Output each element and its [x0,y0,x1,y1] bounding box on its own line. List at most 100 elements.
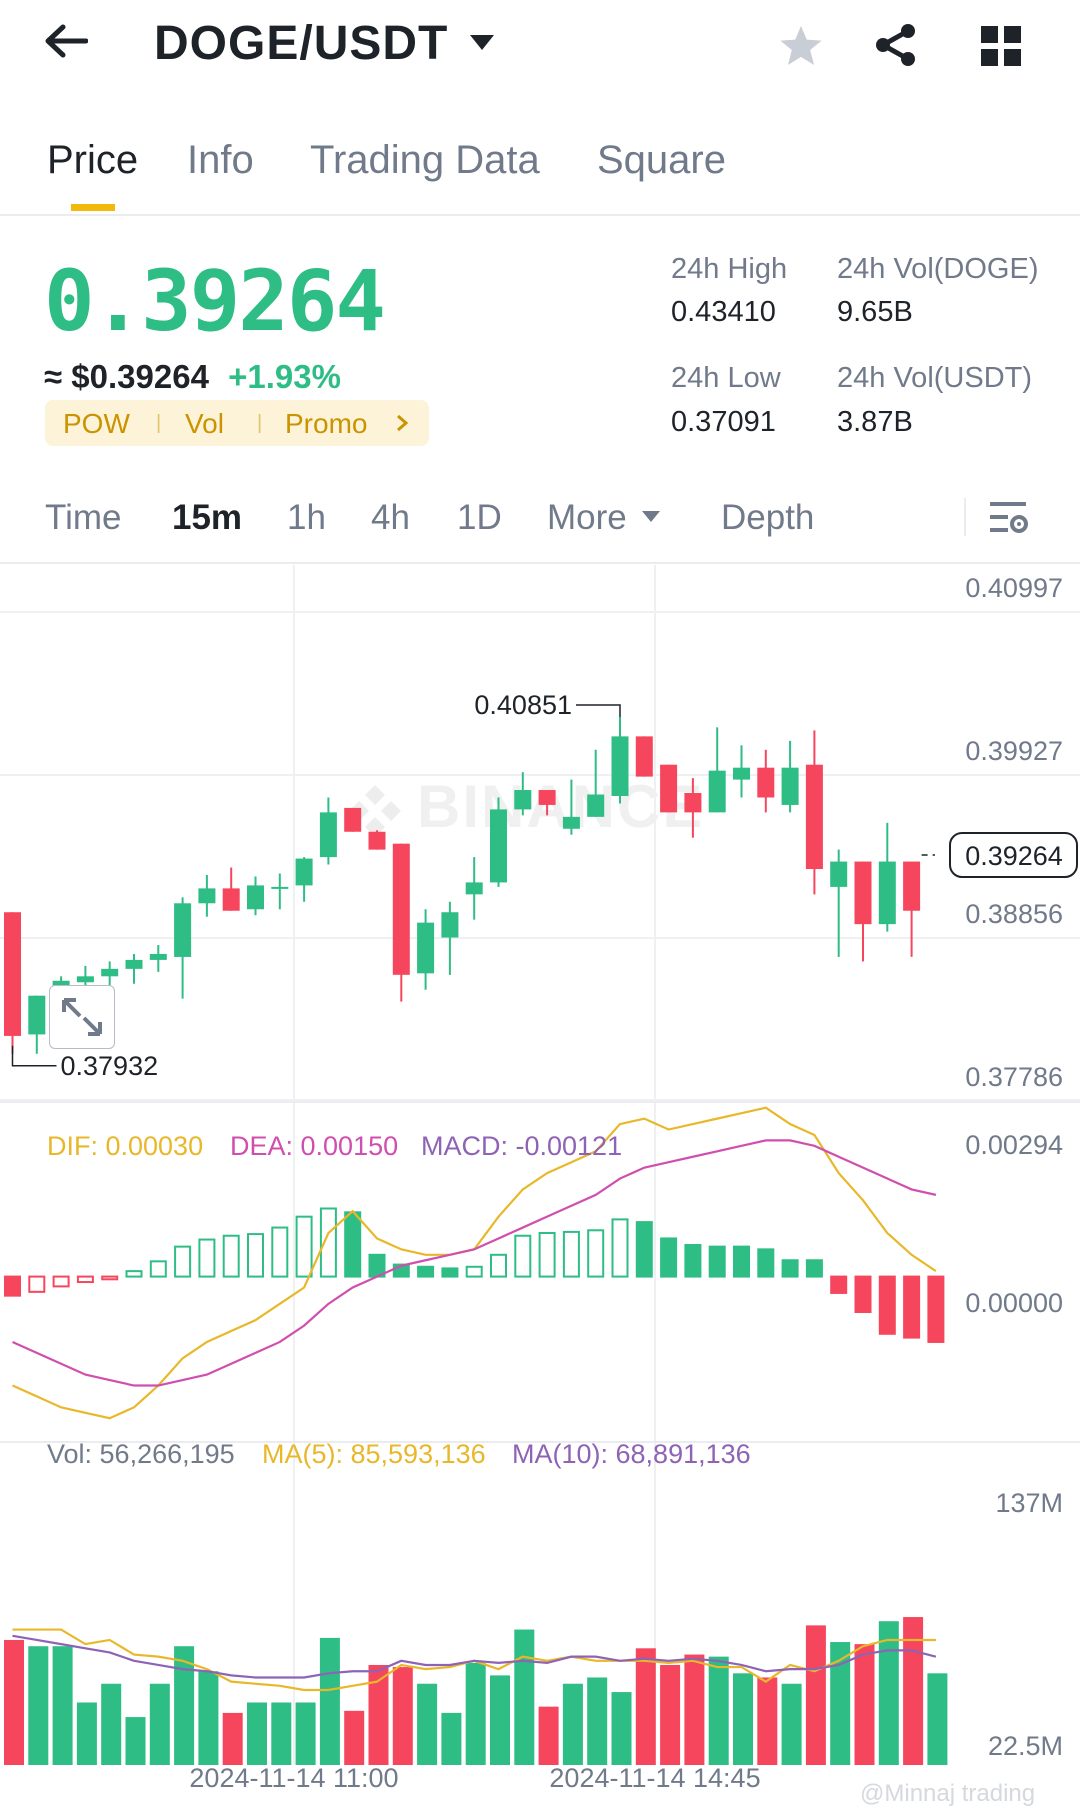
volume-bar [76,1702,97,1765]
candle-down [538,790,556,805]
price-summary: ≈ $0.39264 +1.93% [44,358,341,396]
candle-up [76,976,94,983]
tab-square[interactable]: Square [597,138,726,183]
macd-bar-up [247,1233,264,1278]
macd-bar-up [125,1270,143,1278]
tag-promo[interactable]: Promo [285,408,367,440]
volume-bar [28,1646,49,1765]
candles-layer [4,717,921,1054]
active-tab-indicator [71,204,115,211]
vol-base-label: 24h Vol(DOGE) [837,253,1039,285]
tab-info[interactable]: Info [187,138,254,183]
low-price-annotation: 0.37932 [61,1051,159,1081]
volume-bar [854,1644,875,1765]
macd-bar-up [611,1218,629,1278]
price-axis-label: 0.38856 [965,899,1063,929]
macd-bar-down [903,1275,921,1339]
vol-axis-label: 137M [995,1488,1063,1518]
macd-bar-up [781,1259,799,1278]
pair-selector[interactable]: DOGE/USDT [154,17,496,70]
volume-bar [781,1683,802,1765]
volume-bar [295,1702,316,1765]
share-icon[interactable] [873,22,919,68]
volume-bar [198,1671,219,1765]
candle-up [490,809,507,883]
volume-bar [733,1673,753,1765]
interval-1h[interactable]: 1h [287,498,326,538]
candle-up [295,858,313,886]
macd-bar-up [490,1253,507,1278]
star-icon[interactable] [778,24,824,68]
candle-down [854,861,872,925]
price-axis-label: 0.37786 [965,1062,1063,1092]
low-value: 0.37091 [671,406,776,438]
vol-axis-label: 22.5M [988,1731,1063,1761]
grid-menu-icon[interactable] [981,26,1021,66]
macd-bar-up [757,1248,775,1278]
macd-bar-up [441,1267,459,1278]
candle-down [684,793,702,813]
candle-down [222,888,240,911]
macd-bar-down [52,1275,70,1288]
volume-bar [538,1706,559,1765]
macd-bar-up [733,1245,750,1278]
volume-bar [757,1677,778,1765]
volume-bar [587,1677,608,1765]
volume-bar [684,1654,705,1765]
interval-1d[interactable]: 1D [457,498,502,538]
vol-label: Vol: 56,266,195 [47,1439,235,1469]
macd-axis-label: 0.00294 [965,1130,1063,1160]
tag-vol[interactable]: Vol [185,408,224,440]
interval-more[interactable]: More [547,498,627,538]
macd-axis-label: 0.00000 [965,1288,1063,1318]
tag-pow[interactable]: POW [63,408,130,440]
macd-bar-up [514,1234,532,1278]
candle-up [781,767,799,805]
chart-grid [0,565,1080,1765]
top-bar: DOGE/USDT [0,0,1080,100]
volume-bar [514,1629,535,1765]
interval-4h[interactable]: 4h [371,498,410,538]
macd-bar-up [149,1260,167,1278]
candle-down [392,843,410,975]
volume-bar [611,1692,632,1765]
ma5-label: MA(5): 85,593,136 [262,1439,486,1469]
interval-15m[interactable]: 15m [172,498,242,538]
vol-base-value: 9.65B [837,296,913,328]
back-arrow-icon[interactable] [44,24,88,58]
candle-up [174,903,192,957]
macd-bar-up [174,1245,192,1278]
ma10-label: MA(10): 68,891,136 [512,1439,751,1469]
volume-bar [562,1683,583,1765]
vol-quote-value: 3.87B [837,406,913,438]
caret-down-icon [470,35,495,50]
candle-up [441,912,459,938]
volume-bar [465,1662,486,1765]
dea-label: DEA: 0.00150 [230,1131,398,1161]
fullscreen-button[interactable] [49,985,115,1049]
tab-price[interactable]: Price [47,138,138,183]
macd-bar-up [295,1215,313,1278]
chart-settings-icon[interactable] [990,500,1030,536]
candle-up [587,794,605,817]
divider [964,498,966,536]
volume-bar [660,1664,681,1765]
macd-bar-up [465,1265,483,1278]
tab-trading-data[interactable]: Trading Data [310,138,540,183]
content-tabs: Price Info Trading Data Square [0,110,1080,216]
candle-up [514,790,532,810]
macd-bar-up [222,1234,240,1278]
interval-depth[interactable]: Depth [721,498,814,538]
candle-up [465,882,483,895]
candle-up [830,861,848,887]
usd-price: ≈ $0.39264 [44,358,209,395]
current-price-value: 0.39264 [965,841,1063,871]
kline-chart[interactable]: 0.39264 0.40997 0.39927 0.38856 0.37786 0.408… [0,565,1080,1805]
macd-bar-down [927,1275,945,1343]
low-leader [11,1045,57,1067]
macd-bar-up [805,1259,823,1278]
volume-bars [4,1617,948,1765]
candle-up [101,968,119,977]
interval-time[interactable]: Time [45,498,121,538]
macd-bar-up [587,1229,605,1278]
